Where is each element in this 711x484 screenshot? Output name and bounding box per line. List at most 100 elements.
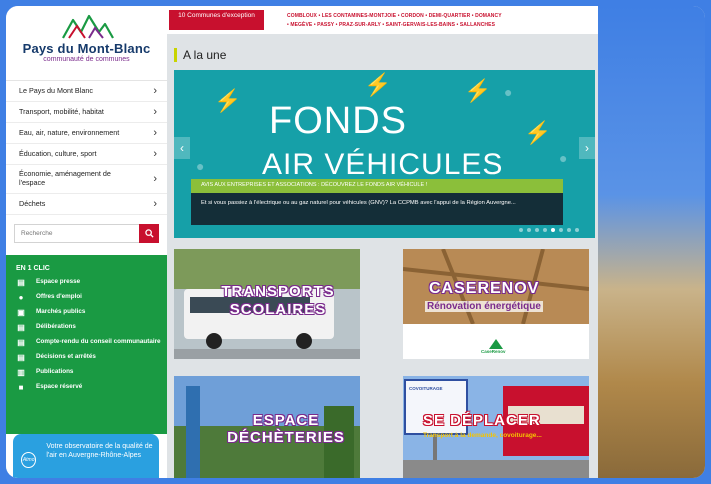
- sidebar: Pays du Mont-Blanc communauté de commune…: [6, 6, 167, 478]
- nav-item-label: Eau, air, nature, environnement: [19, 127, 120, 137]
- search-input[interactable]: [14, 224, 139, 243]
- card-espace-decheteries[interactable]: ESPACE DÉCHÈTERIES: [174, 376, 360, 478]
- nav-item-label: Éducation, culture, sport: [19, 148, 97, 158]
- card-sublabel: Rénovation énergétique: [425, 301, 543, 312]
- card-sublabel: Transport à la demande, covoiturage...: [423, 432, 542, 439]
- covoiturage-sign: COVOITURAGE: [409, 386, 443, 391]
- slider-dot[interactable]: [535, 228, 539, 232]
- quick-link-decisions[interactable]: ▤ Décisions et arrêtés: [16, 353, 167, 363]
- search-box: [14, 224, 159, 243]
- slider-prev-button[interactable]: ‹: [174, 137, 190, 159]
- document-icon: ▤: [17, 323, 25, 332]
- slider-dot[interactable]: [519, 228, 523, 232]
- chevron-right-icon: ›: [153, 127, 157, 139]
- chevron-left-icon: ‹: [180, 141, 184, 155]
- quick-link-label: Espace réservé: [36, 383, 83, 390]
- slider-dot[interactable]: [527, 228, 531, 232]
- slider-dot[interactable]: [559, 228, 563, 232]
- quick-link-espace-presse[interactable]: ▤ Espace presse: [16, 278, 167, 288]
- air-quality-text: Votre observatoire de la qualité de l'ai…: [46, 443, 153, 460]
- card-transports-scolaires[interactable]: TRANSPORTS SCOLAIRES: [174, 249, 360, 359]
- section-title: A la une: [174, 48, 226, 62]
- bolt-decoration-icon: ⚡: [464, 78, 492, 103]
- slide-title: FONDS: [269, 100, 407, 142]
- main-nav: Le Pays du Mont Blanc › Transport, mobil…: [6, 80, 167, 215]
- nav-item-economie[interactable]: Économie, aménagement de l'espace ›: [6, 165, 167, 194]
- chevron-right-icon: ›: [585, 141, 589, 155]
- search-button[interactable]: [139, 224, 159, 243]
- slide-description: Et si vous passiez à l'électrique ou au …: [191, 193, 563, 225]
- site-title: Pays du Mont-Blanc: [22, 41, 151, 56]
- quick-link-publications[interactable]: ▥ Publications: [16, 368, 167, 378]
- background-photo: [598, 6, 705, 478]
- nav-item-label: Économie, aménagement de l'espace: [19, 169, 111, 187]
- nav-item-environnement[interactable]: Eau, air, nature, environnement ›: [6, 123, 167, 144]
- newspaper-icon: ▤: [17, 278, 25, 287]
- communes-button[interactable]: 10 Communes d'exception: [169, 10, 264, 30]
- chevron-right-icon: ›: [153, 198, 157, 210]
- card-caserenov[interactable]: CASERENOV Rénovation énergétique CaseRen…: [403, 249, 589, 359]
- drop-decoration-icon: ●: [196, 158, 205, 174]
- nav-item-transport[interactable]: Transport, mobilité, habitat ›: [6, 102, 167, 123]
- quick-links-title: EN 1 CLIC: [16, 265, 50, 272]
- card-label: TRANSPORTS SCOLAIRES: [221, 283, 335, 318]
- bolt-decoration-icon: ⚡: [214, 88, 242, 113]
- quick-link-label: Espace presse: [36, 278, 81, 285]
- news-slider[interactable]: ⚡ ⚡ ⚡ ⚡ ● ● ● FONDS AIR VÉHICULES AVIS A…: [174, 70, 595, 238]
- document-icon: ▣: [17, 308, 25, 317]
- nav-item-education[interactable]: Éducation, culture, sport ›: [6, 144, 167, 165]
- site-logo[interactable]: Pays du Mont-Blanc communauté de commune…: [6, 6, 167, 78]
- nav-item-label: Le Pays du Mont Blanc: [19, 85, 93, 95]
- document-icon: ▤: [17, 338, 25, 347]
- slider-dot[interactable]: [543, 228, 547, 232]
- site-subtitle: communauté de communes: [43, 56, 130, 63]
- atmo-logo: Atmo: [21, 452, 37, 468]
- card-se-deplacer[interactable]: COVOITURAGE SE DÉPLACER Transport à la d…: [403, 376, 589, 478]
- chevron-right-icon: ›: [153, 173, 157, 185]
- chevron-right-icon: ›: [153, 106, 157, 118]
- nav-item-pays-mont-blanc[interactable]: Le Pays du Mont Blanc ›: [6, 81, 167, 102]
- quick-link-offres-emploi[interactable]: ● Offres d'emploi: [16, 293, 167, 303]
- card-label: SE DÉPLACER: [423, 412, 541, 429]
- slider-dot[interactable]: [575, 228, 579, 232]
- document-icon: ▤: [17, 353, 25, 362]
- bolt-decoration-icon: ⚡: [364, 72, 392, 97]
- quick-link-label: Décisions et arrêtés: [36, 353, 96, 360]
- quick-link-label: Publications: [36, 368, 74, 375]
- card-label: ESPACE DÉCHÈTERIES: [227, 412, 345, 446]
- slider-dots: [519, 228, 579, 232]
- book-icon: ▥: [17, 368, 25, 377]
- slider-dot-active[interactable]: [551, 228, 555, 232]
- card-label: CASERENOV: [429, 280, 540, 297]
- slider-next-button[interactable]: ›: [579, 137, 595, 159]
- air-quality-banner[interactable]: Atmo Votre observatoire de la qualité de…: [13, 434, 159, 478]
- communes-line[interactable]: • MEGÈVE • PASSY • PRAZ-SUR-ARLY • SAINT…: [287, 21, 587, 30]
- nav-item-label: Transport, mobilité, habitat: [19, 106, 104, 116]
- person-icon: ●: [18, 293, 24, 302]
- slide-caption[interactable]: AVIS AUX ENTREPRISES ET ASSOCIATIONS : D…: [191, 179, 563, 193]
- drop-decoration-icon: ●: [559, 150, 568, 166]
- quick-link-label: Délibérations: [36, 323, 76, 330]
- communes-line[interactable]: COMBLOUX • LES CONTAMINES-MONTJOIE • COR…: [287, 12, 587, 21]
- bolt-decoration-icon: ⚡: [524, 120, 552, 145]
- quick-links-panel: EN 1 CLIC ▤ Espace presse ● Offres d'emp…: [6, 255, 167, 434]
- nav-item-dechets[interactable]: Déchets ›: [6, 194, 167, 215]
- communes-bar: 10 Communes d'exception COMBLOUX • LES C…: [167, 6, 598, 34]
- quick-link-compte-rendu[interactable]: ▤ Compte-rendu du conseil communautaire: [16, 338, 167, 348]
- quick-link-espace-reserve[interactable]: ■ Espace réservé: [16, 383, 167, 393]
- mountain-logo-icon: [61, 14, 114, 39]
- slider-dot[interactable]: [567, 228, 571, 232]
- caserenov-logo: CaseRenov: [481, 349, 506, 354]
- slide-title-line2: AIR VÉHICULES: [262, 148, 504, 181]
- communes-list: COMBLOUX • LES CONTAMINES-MONTJOIE • COR…: [287, 12, 587, 30]
- chevron-right-icon: ›: [153, 148, 157, 160]
- quick-link-label: Marchés publics: [36, 308, 86, 315]
- quick-link-marches-publics[interactable]: ▣ Marchés publics: [16, 308, 167, 318]
- main-content: A la une ⚡ ⚡ ⚡ ⚡ ● ● ● FONDS AIR VÉHICUL…: [167, 34, 598, 478]
- chevron-right-icon: ›: [153, 85, 157, 97]
- search-icon: [144, 229, 154, 238]
- lock-icon: ■: [18, 383, 24, 392]
- nav-item-label: Déchets: [19, 198, 46, 208]
- quick-link-deliberations[interactable]: ▤ Délibérations: [16, 323, 167, 333]
- drop-decoration-icon: ●: [504, 84, 513, 100]
